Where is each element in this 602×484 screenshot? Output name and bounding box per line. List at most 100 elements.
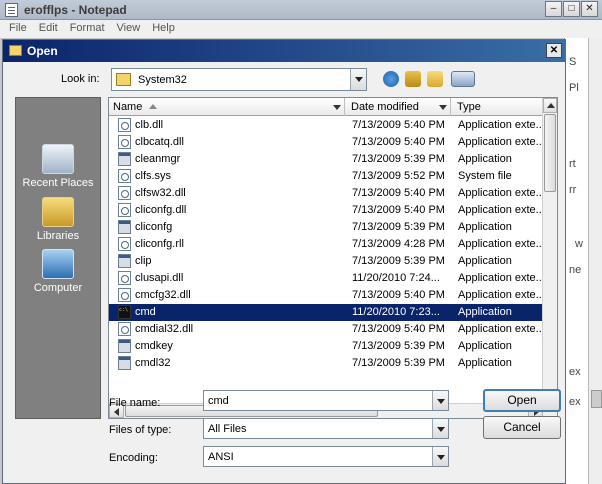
file-type: Application exte... bbox=[458, 238, 544, 250]
file-date: 7/13/2009 5:39 PM bbox=[352, 153, 445, 165]
chevron-down-icon[interactable] bbox=[333, 105, 341, 110]
file-icon bbox=[118, 254, 131, 268]
encoding-value: ANSI bbox=[208, 451, 234, 463]
look-in-value: System32 bbox=[138, 74, 187, 86]
bg-text: rt bbox=[569, 158, 576, 170]
file-row[interactable]: cmdkey 7/13/2009 5:39 PM Application bbox=[109, 338, 544, 355]
file-list[interactable]: Name Date modified Type clb.dll 7/13/2009… bbox=[108, 97, 558, 419]
new-folder-icon[interactable] bbox=[427, 71, 443, 87]
place-computer[interactable]: Computer bbox=[16, 249, 100, 294]
place-libraries[interactable]: Libraries bbox=[16, 197, 100, 242]
view-menu-icon[interactable] bbox=[451, 71, 475, 87]
places-bar: Recent Places Libraries Computer bbox=[15, 97, 101, 419]
bg-text: Pl bbox=[569, 82, 579, 94]
file-name: clfs.sys bbox=[135, 170, 172, 182]
look-in-dropdown[interactable]: System32 bbox=[111, 68, 367, 91]
file-row[interactable]: clfsw32.dll 7/13/2009 5:40 PM Application … bbox=[109, 185, 544, 202]
file-date: 7/13/2009 5:40 PM bbox=[352, 204, 445, 216]
notepad-menubar: File Edit Format View Help bbox=[0, 20, 602, 38]
file-icon bbox=[118, 203, 131, 217]
menu-view[interactable]: View bbox=[111, 20, 147, 38]
file-row[interactable]: cmd 11/20/2010 7:23... Application bbox=[109, 304, 544, 321]
menu-file[interactable]: File bbox=[3, 20, 33, 38]
cancel-button[interactable]: Cancel bbox=[483, 416, 561, 439]
dialog-titlebar: Open ✕ bbox=[3, 40, 565, 62]
file-icon bbox=[118, 288, 131, 302]
file-type-dropdown[interactable]: All Files bbox=[203, 418, 449, 439]
chevron-down-icon[interactable] bbox=[350, 69, 366, 90]
sort-up-icon bbox=[149, 104, 157, 109]
file-row[interactable]: cliconfg 7/13/2009 5:39 PM Application bbox=[109, 219, 544, 236]
open-button[interactable]: Open bbox=[483, 389, 561, 412]
file-row[interactable]: clb.dll 7/13/2009 5:40 PM Application exte… bbox=[109, 117, 544, 134]
chevron-down-icon[interactable] bbox=[432, 391, 448, 410]
bg-text: ex bbox=[569, 366, 581, 378]
encoding-dropdown[interactable]: ANSI bbox=[203, 446, 449, 467]
file-date: 7/13/2009 5:39 PM bbox=[352, 221, 445, 233]
bg-text: ne bbox=[569, 264, 582, 276]
file-type: Application exte... bbox=[458, 323, 544, 335]
file-date: 7/13/2009 5:40 PM bbox=[352, 323, 445, 335]
place-label: Computer bbox=[33, 282, 83, 294]
notepad-title: erofflps - Notepad bbox=[24, 3, 127, 17]
back-arrow-icon[interactable] bbox=[383, 71, 399, 87]
place-recent-places[interactable]: Recent Places bbox=[16, 144, 100, 189]
folder-icon bbox=[116, 73, 131, 86]
file-row[interactable]: clbcatq.dll 7/13/2009 5:40 PM Application … bbox=[109, 134, 544, 151]
chevron-down-icon[interactable] bbox=[432, 419, 448, 438]
file-date: 7/13/2009 5:52 PM bbox=[352, 170, 445, 182]
file-row[interactable]: clusapi.dll 11/20/2010 7:24... Application… bbox=[109, 270, 544, 287]
file-type: Application exte... bbox=[458, 289, 544, 301]
column-label: Date modified bbox=[351, 101, 419, 113]
folder-icon bbox=[9, 45, 22, 56]
file-row[interactable]: cmcfg32.dll 7/13/2009 5:40 PM Application … bbox=[109, 287, 544, 304]
minimize-button[interactable]: – bbox=[545, 1, 562, 17]
column-label: Name bbox=[113, 101, 143, 113]
up-folder-icon[interactable] bbox=[405, 71, 421, 87]
file-row[interactable]: cliconfg.dll 7/13/2009 5:40 PM Application… bbox=[109, 202, 544, 219]
column-header-name[interactable]: Name bbox=[109, 98, 345, 116]
file-row[interactable]: cmdial32.dll 7/13/2009 5:40 PM Application… bbox=[109, 321, 544, 338]
column-header-type[interactable]: Type bbox=[453, 98, 545, 116]
menu-edit[interactable]: Edit bbox=[33, 20, 64, 38]
bg-text: rr bbox=[569, 184, 577, 196]
chevron-down-icon[interactable] bbox=[439, 105, 447, 110]
menu-format[interactable]: Format bbox=[64, 20, 111, 38]
dialog-title: Open bbox=[27, 44, 58, 58]
file-name: cmdl32 bbox=[135, 357, 171, 369]
scroll-thumb[interactable] bbox=[544, 114, 556, 192]
file-type-value: All Files bbox=[208, 423, 247, 435]
menu-help[interactable]: Help bbox=[146, 20, 181, 38]
vertical-scrollbar[interactable] bbox=[542, 98, 557, 404]
file-name-value: cmd bbox=[208, 395, 229, 407]
dialog-close-button[interactable]: ✕ bbox=[546, 43, 562, 58]
libraries-icon bbox=[42, 197, 74, 227]
file-icon bbox=[118, 135, 131, 149]
file-date: 7/13/2009 5:40 PM bbox=[352, 136, 445, 148]
file-type: System file bbox=[458, 170, 512, 182]
column-header-date[interactable]: Date modified bbox=[347, 98, 451, 116]
place-label: Recent Places bbox=[22, 177, 94, 189]
maximize-button[interactable]: □ bbox=[563, 1, 580, 17]
computer-icon bbox=[42, 249, 74, 279]
bg-text: S bbox=[569, 56, 577, 68]
notepad-scrollbar[interactable] bbox=[588, 38, 602, 484]
file-name: clip bbox=[135, 255, 152, 267]
chevron-down-icon[interactable] bbox=[432, 447, 448, 466]
file-name-combo[interactable]: cmd bbox=[203, 390, 449, 411]
file-type: Application exte... bbox=[458, 119, 544, 131]
file-date: 11/20/2010 7:24... bbox=[352, 272, 440, 284]
scroll-up-button[interactable] bbox=[543, 98, 557, 113]
file-row[interactable]: clfs.sys 7/13/2009 5:52 PM System file bbox=[109, 168, 544, 185]
file-type: Application bbox=[458, 153, 512, 165]
file-name: cmdkey bbox=[135, 340, 173, 352]
file-row[interactable]: cmdl32 7/13/2009 5:39 PM Application bbox=[109, 355, 544, 372]
notepad-icon bbox=[5, 3, 18, 17]
open-dialog: Open ✕ Look in: System32 Recent Places L… bbox=[2, 39, 566, 484]
file-date: 7/13/2009 4:28 PM bbox=[352, 238, 445, 250]
file-type: Application exte... bbox=[458, 136, 544, 148]
file-row[interactable]: cleanmgr 7/13/2009 5:39 PM Application bbox=[109, 151, 544, 168]
file-row[interactable]: clip 7/13/2009 5:39 PM Application bbox=[109, 253, 544, 270]
file-row[interactable]: cliconfg.rll 7/13/2009 4:28 PM Application… bbox=[109, 236, 544, 253]
close-button[interactable]: ✕ bbox=[581, 1, 598, 17]
